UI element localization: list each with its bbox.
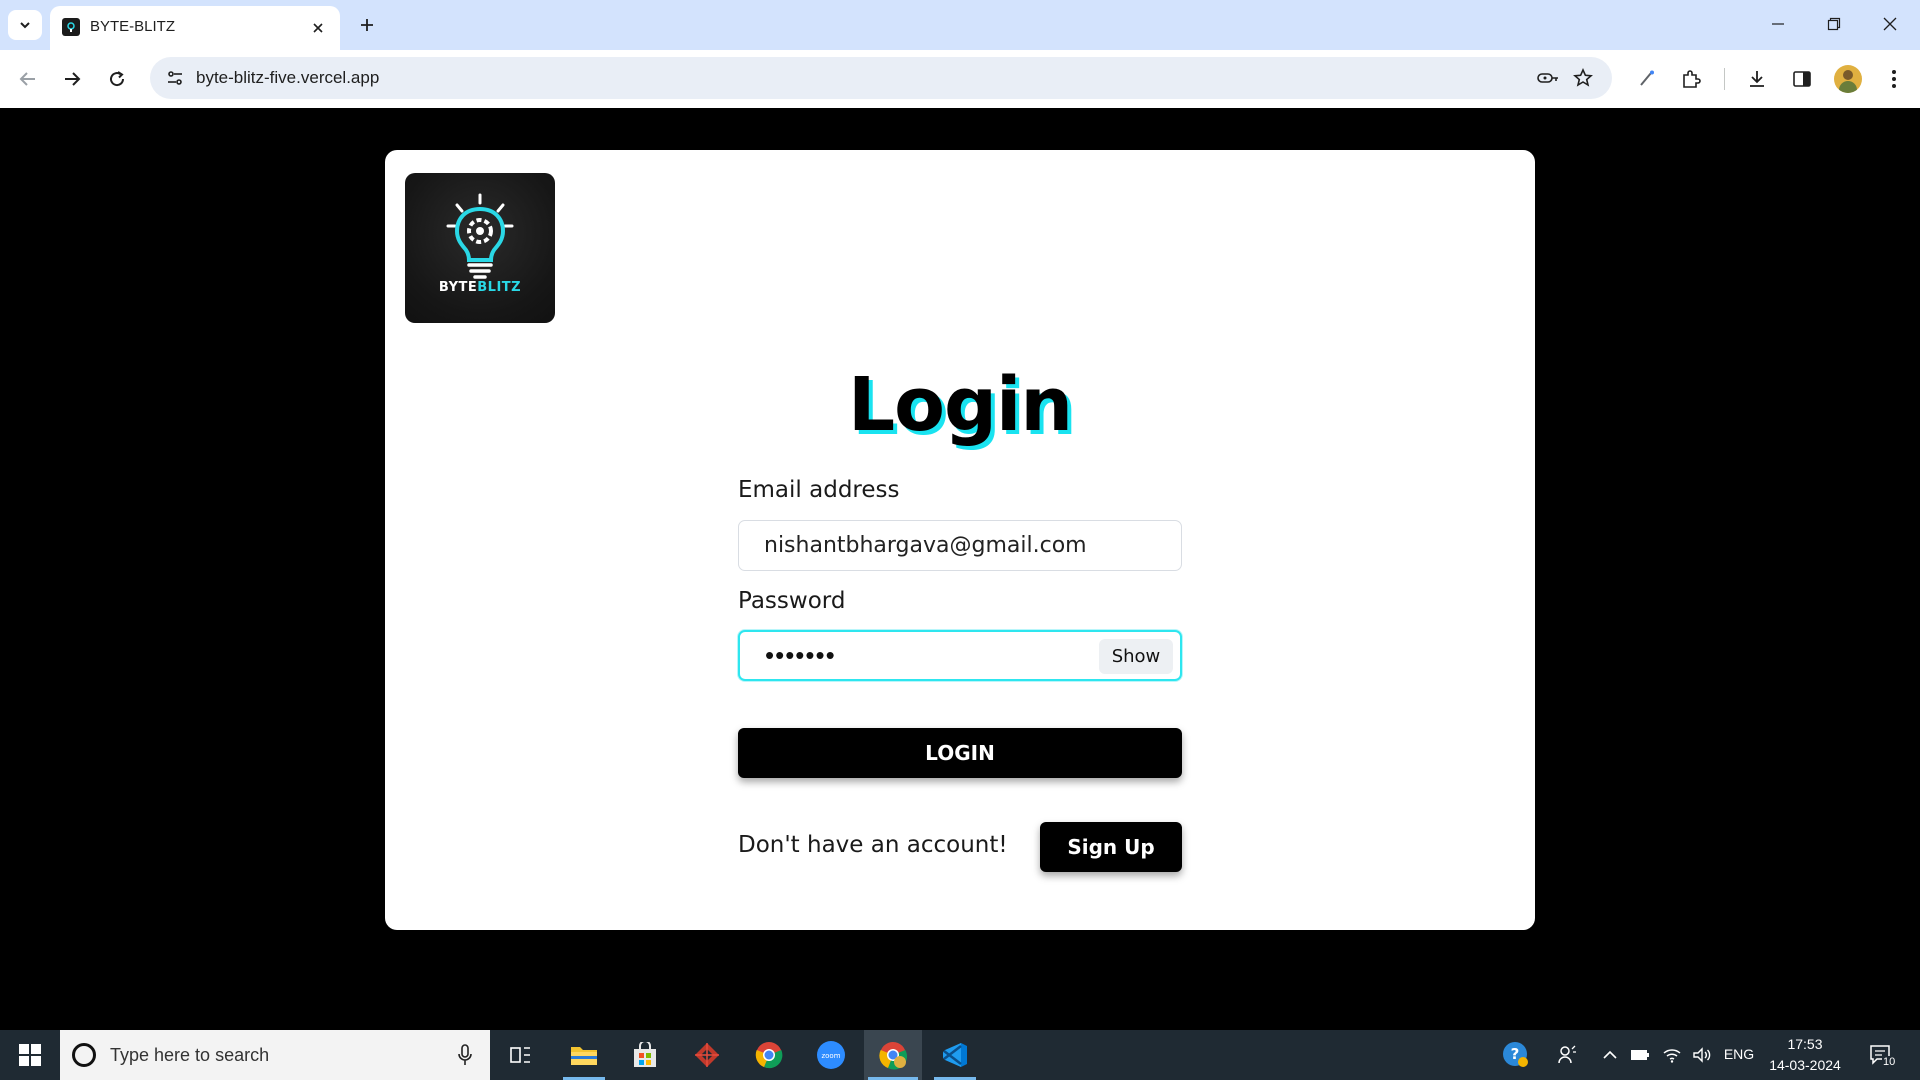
restore-icon (1827, 17, 1841, 31)
password-label: Password (738, 588, 846, 614)
browser-tab[interactable]: BYTE-BLITZ (50, 6, 340, 50)
email-field[interactable]: nishantbhargava@gmail.com (738, 520, 1182, 571)
chevron-up-icon[interactable] (1598, 1030, 1622, 1080)
close-icon[interactable] (306, 16, 330, 40)
minimize-icon (1772, 23, 1784, 25)
taskbar-search-box[interactable]: Type here to search (60, 1030, 490, 1080)
url-text: byte-blitz-five.vercel.app (196, 68, 380, 87)
extensions-puzzle-icon[interactable] (1673, 61, 1709, 97)
volume-icon[interactable] (1688, 1030, 1716, 1080)
side-panel-icon[interactable] (1784, 61, 1820, 97)
favicon-icon (62, 18, 80, 36)
download-icon[interactable] (1739, 61, 1775, 97)
language-indicator[interactable]: ENG (1720, 1046, 1758, 1062)
taskbar-store[interactable] (616, 1030, 674, 1080)
restore-button[interactable] (1806, 0, 1862, 48)
vscode-icon (943, 1043, 967, 1067)
back-button[interactable] (10, 61, 46, 97)
lightbulb-gear-icon (446, 193, 514, 279)
page-viewport: BYTEBLITZ Login Email address nishantbha… (0, 108, 1920, 1030)
people-icon[interactable] (1552, 1030, 1582, 1080)
red-diamond-app-icon (695, 1043, 719, 1067)
byteblitz-logo[interactable]: BYTEBLITZ (405, 173, 555, 323)
logo-text-accent: BLITZ (477, 280, 522, 295)
signup-prompt: Don't have an account! (738, 832, 1008, 858)
clock-time[interactable]: 17:53 (1762, 1036, 1848, 1052)
browser-toolbar: byte-blitz-five.vercel.app (0, 50, 1920, 108)
logo-text-main: BYTE (438, 280, 478, 295)
chrome-profile-icon (879, 1042, 908, 1070)
chevron-down-icon (20, 22, 30, 29)
tab-search-button[interactable] (8, 10, 42, 40)
close-window-button[interactable] (1862, 0, 1918, 48)
battery-icon[interactable] (1626, 1030, 1654, 1080)
address-bar[interactable]: byte-blitz-five.vercel.app (150, 57, 1612, 99)
taskbar-vscode[interactable] (926, 1030, 984, 1080)
store-bag-icon (634, 1042, 656, 1067)
folder-icon (571, 1047, 597, 1065)
bookmark-star-icon[interactable] (1568, 63, 1598, 93)
plus-icon (361, 19, 373, 31)
svg-text:zoom: zoom (821, 1052, 840, 1060)
task-view-icon (510, 1047, 530, 1063)
windows-taskbar: Type here to search zoom ? ENG 17:53 14-… (0, 1030, 1920, 1080)
extension-brush-icon[interactable] (1629, 61, 1665, 97)
taskbar-chrome-active[interactable] (864, 1030, 922, 1080)
page-title: Login (847, 362, 1073, 448)
show-password-button[interactable]: Show (1099, 639, 1173, 674)
site-info-icon[interactable] (160, 63, 190, 93)
minimize-button[interactable] (1750, 0, 1806, 48)
browser-tabstrip: BYTE-BLITZ (0, 0, 1920, 50)
microphone-icon[interactable] (454, 1042, 476, 1068)
start-button[interactable] (0, 1030, 60, 1080)
reload-button[interactable] (99, 61, 135, 97)
taskbar-file-explorer[interactable] (555, 1030, 613, 1080)
notifications-button[interactable]: 10 (1862, 1030, 1902, 1080)
taskbar-red-app[interactable] (678, 1030, 736, 1080)
password-field[interactable]: ••••••• Show (738, 630, 1182, 681)
signup-button[interactable]: Sign Up (1040, 822, 1182, 872)
profile-avatar[interactable] (1834, 65, 1862, 93)
logo-wordmark: BYTEBLITZ (405, 280, 555, 295)
email-label: Email address (738, 477, 900, 503)
login-card: BYTEBLITZ Login Email address nishantbha… (385, 150, 1535, 930)
forward-button[interactable] (54, 61, 90, 97)
clock-date[interactable]: 14-03-2024 (1762, 1057, 1848, 1073)
arrow-right-icon (65, 72, 81, 86)
kebab-menu-icon[interactable] (1876, 61, 1912, 97)
avatar-body (1839, 81, 1857, 93)
new-tab-button[interactable] (352, 10, 382, 40)
toolbar-separator (1724, 68, 1725, 90)
wifi-icon[interactable] (1658, 1030, 1686, 1080)
taskbar-chrome[interactable] (740, 1030, 798, 1080)
search-placeholder: Type here to search (110, 1045, 270, 1065)
cortana-icon (72, 1043, 96, 1067)
arrow-left-icon (19, 72, 35, 86)
taskbar-zoom[interactable]: zoom (802, 1030, 860, 1080)
password-value: ••••••• (765, 640, 836, 670)
password-key-icon[interactable] (1533, 63, 1563, 93)
chrome-icon (755, 1042, 783, 1069)
help-icon[interactable]: ? (1500, 1030, 1532, 1080)
windows-logo-icon (19, 1044, 41, 1066)
notification-count: 10 (1882, 1056, 1897, 1068)
login-button[interactable]: LOGIN (738, 728, 1182, 778)
zoom-icon: zoom (817, 1041, 845, 1069)
tab-title: BYTE-BLITZ (90, 18, 176, 35)
close-icon (1883, 17, 1897, 31)
avatar-head (1843, 70, 1853, 80)
task-view-button[interactable] (492, 1030, 550, 1080)
svg-text:?: ? (1511, 1045, 1520, 1063)
reload-icon (110, 71, 125, 87)
email-value: nishantbhargava@gmail.com (764, 533, 1087, 558)
